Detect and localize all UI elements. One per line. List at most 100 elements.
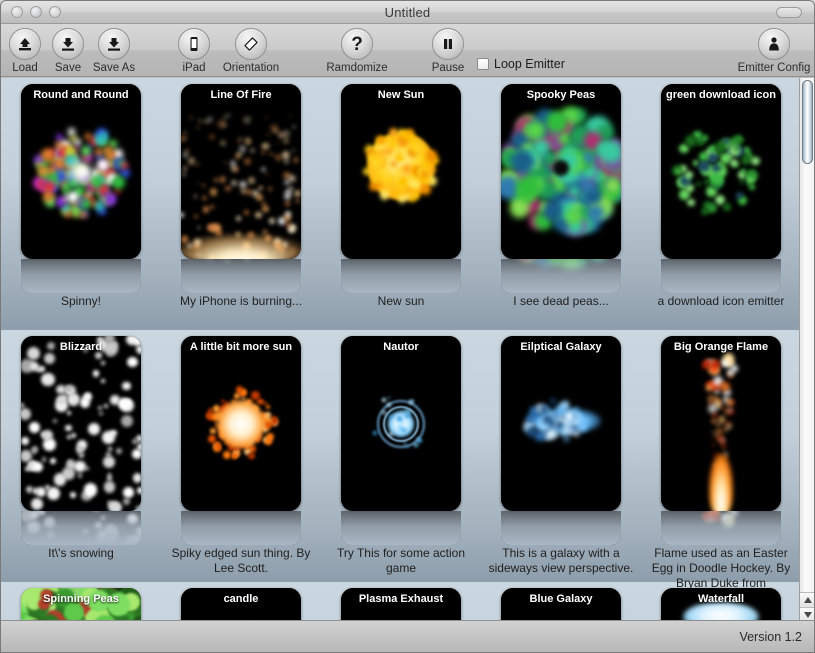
emitter-card[interactable]: Spooky Peas I see dead peas... <box>481 84 641 309</box>
reflection-fade <box>341 511 461 545</box>
card-reflection <box>181 511 301 545</box>
emitter-preview-art <box>341 336 461 511</box>
emitter-thumbnail[interactable]: Big Orange Flame <box>661 336 781 511</box>
emitter-card[interactable]: Big Orange Flame Flame used as an Easter … <box>641 336 801 591</box>
emitter-card-title: Blizzard <box>59 341 103 353</box>
emitter-card[interactable]: candle <box>161 588 321 622</box>
card-reflection <box>181 259 301 293</box>
card-reflection <box>21 259 141 293</box>
scroll-up-button[interactable] <box>800 592 814 607</box>
emitter-card-caption: Try This for some action game <box>336 546 466 575</box>
pause-glyph <box>444 39 452 49</box>
emitter-preview-art <box>661 84 781 259</box>
emitter-preview-art <box>21 336 141 511</box>
loop-emitter-checkbox[interactable]: Loop Emitter <box>477 57 565 71</box>
emitter-card[interactable]: A little bit more sun Spiky edged sun thi… <box>161 336 321 576</box>
emitter-card-title: Eilptical Galaxy <box>520 341 602 353</box>
emitter-card-caption: It\'s snowing <box>48 546 114 560</box>
emitter-preview-art <box>661 336 781 511</box>
emitter-card[interactable]: Round and Round Spinny! <box>1 84 161 309</box>
emitter-thumbnail[interactable]: Eilptical Galaxy <box>501 336 621 511</box>
emitter-thumbnail[interactable]: Line Of Fire <box>181 84 301 259</box>
emitter-card-title: Waterfall <box>697 593 745 605</box>
emitter-card-title: Blue Galaxy <box>529 593 593 605</box>
randomize-label: Ramdomize <box>326 62 388 74</box>
question-mark-glyph: ? <box>351 33 363 55</box>
emitter-thumbnail[interactable]: Waterfall <box>661 588 781 622</box>
emitter-preview-art <box>341 84 461 259</box>
orientation-icon <box>235 28 267 60</box>
card-reflection <box>501 259 621 293</box>
emitter-card[interactable]: Line Of Fire My iPhone is burning... <box>161 84 321 309</box>
reflection-fade <box>21 511 141 545</box>
person-glyph <box>769 37 779 51</box>
orientation-button[interactable]: Orientation <box>216 28 286 74</box>
emitter-card[interactable]: Eilptical Galaxy This is a galaxy with a … <box>481 336 641 576</box>
emitter-thumbnail[interactable]: Round and Round <box>21 84 141 259</box>
save-as-glyph <box>108 38 120 51</box>
emitter-thumbnail[interactable]: Plasma Exhaust <box>341 588 461 622</box>
emitter-card-caption: Spiky edged sun thing. By Lee Scott. <box>171 546 311 575</box>
toolbar: Load Save Save As iPad Orientation ? Ram… <box>1 24 814 77</box>
save-as-label: Save As <box>92 62 136 74</box>
checkbox-box[interactable] <box>477 58 489 70</box>
emitter-card[interactable]: Blue Galaxy <box>481 588 641 622</box>
emitter-preview-art <box>181 84 301 259</box>
emitter-thumbnail[interactable]: Blue Galaxy <box>501 588 621 622</box>
card-reflection <box>21 511 141 545</box>
emitter-thumbnail[interactable]: green download icon <box>661 84 781 259</box>
toolbar-toggle-button[interactable] <box>776 7 802 18</box>
emitter-card-title: A little bit more sun <box>189 341 293 353</box>
app-window: Untitled Load Save Save As iPad Orientat… <box>0 0 815 653</box>
emitter-card[interactable]: green download icon a download icon emitt… <box>641 84 801 309</box>
save-as-button[interactable]: Save As <box>79 28 149 74</box>
emitter-card[interactable]: Nautor Try This for some action game <box>321 336 481 576</box>
randomize-icon: ? <box>341 28 373 60</box>
emitter-card[interactable]: Blizzard It\'s snowing <box>1 336 161 561</box>
emitter-card-caption: I see dead peas... <box>513 294 609 308</box>
scrollbar-thumb[interactable] <box>802 80 813 164</box>
card-reflection <box>661 259 781 293</box>
emitter-card-title: Round and Round <box>33 89 129 101</box>
chevron-down-icon <box>803 612 812 618</box>
emitter-card[interactable]: New Sun New sun <box>321 84 481 309</box>
emitter-thumbnail[interactable]: Spinning Peas <box>21 588 141 622</box>
emitter-config-button[interactable]: Emitter Config <box>734 28 814 74</box>
emitter-thumbnail[interactable]: Nautor <box>341 336 461 511</box>
emitter-card-title: Nautor <box>383 341 419 353</box>
reflection-fade <box>181 511 301 545</box>
emitter-card-title: New Sun <box>377 89 425 101</box>
emitter-thumbnail[interactable]: New Sun <box>341 84 461 259</box>
scrollbar-track[interactable] <box>800 78 814 592</box>
emitter-gallery[interactable]: Round and Round Spinny! Line Of Fire My iPh… <box>1 78 801 622</box>
card-reflection <box>341 511 461 545</box>
emitter-thumbnail[interactable]: Spooky Peas <box>501 84 621 259</box>
chevron-up-icon <box>803 597 812 603</box>
emitter-thumbnail[interactable]: Blizzard <box>21 336 141 511</box>
ipad-label: iPad <box>182 62 206 74</box>
emitter-card[interactable]: Waterfall <box>641 588 801 622</box>
card-reflection <box>501 511 621 545</box>
orientation-glyph <box>244 37 258 51</box>
emitter-card-title: Spinning Peas <box>43 593 119 605</box>
loop-emitter-label: Loop Emitter <box>494 57 565 71</box>
emitter-card[interactable]: Spinning Peas <box>1 588 161 622</box>
card-reflection <box>341 259 461 293</box>
randomize-button[interactable]: ? Ramdomize <box>322 28 392 74</box>
emitter-preview-art <box>21 84 141 259</box>
title-bar: Untitled <box>1 1 814 24</box>
emitter-thumbnail[interactable]: A little bit more sun <box>181 336 301 511</box>
save-label: Save <box>54 62 82 74</box>
orientation-label: Orientation <box>222 62 280 74</box>
status-bar: Version 1.2 <box>1 620 814 652</box>
emitter-preview-art <box>501 336 621 511</box>
pause-button[interactable]: Pause <box>413 28 483 74</box>
emitter-thumbnail[interactable]: candle <box>181 588 301 622</box>
card-reflection <box>661 511 781 545</box>
reflection-fade <box>661 511 781 545</box>
reflection-fade <box>501 511 621 545</box>
emitter-card[interactable]: Plasma Exhaust <box>321 588 481 622</box>
reflection-fade <box>341 259 461 293</box>
emitter-config-icon <box>758 28 790 60</box>
vertical-scrollbar[interactable] <box>799 78 814 622</box>
